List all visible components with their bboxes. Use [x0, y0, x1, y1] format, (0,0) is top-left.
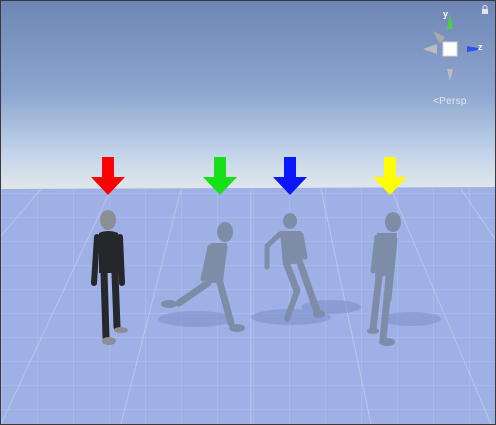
x-neg-axis-cone[interactable] [423, 44, 437, 54]
ground-grid [1, 187, 495, 424]
projection-label[interactable]: <Persp [433, 96, 467, 107]
z-axis-label: z [478, 42, 483, 52]
y-neg-axis-cone[interactable] [447, 69, 453, 81]
lock-icon[interactable] [481, 5, 489, 14]
y-axis-label: y [443, 9, 449, 19]
scene-viewport[interactable]: y z <Persp [0, 0, 496, 425]
gizmo-center-cube[interactable] [442, 41, 458, 57]
